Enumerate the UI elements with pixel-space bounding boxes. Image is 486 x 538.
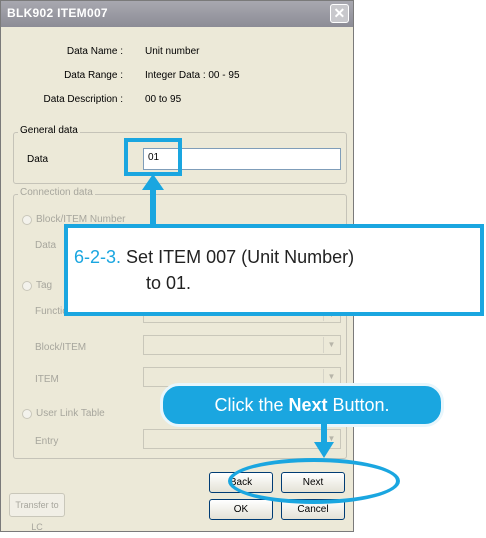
step-callout: 6-2-3. Set ITEM 007 (Unit Number) to 01. — [64, 224, 484, 316]
general-data-title: General data — [18, 125, 80, 136]
connection-data-title: Connection data — [18, 187, 95, 198]
click-bold: Next — [288, 395, 328, 415]
close-icon: ✕ — [333, 5, 346, 21]
arrow-down-icon — [314, 424, 334, 458]
close-button[interactable]: ✕ — [330, 4, 349, 23]
click-suffix: Button. — [327, 395, 390, 415]
highlight-data-field — [124, 138, 182, 176]
block-item-label: Block/ITEM — [35, 342, 87, 353]
tag-radio[interactable] — [22, 281, 32, 291]
chevron-down-icon: ▼ — [323, 337, 339, 353]
data-description-value: 00 to 95 — [145, 94, 182, 105]
ok-button[interactable]: OK — [209, 499, 273, 520]
user-link-table-label: User Link Table — [36, 408, 105, 419]
block-item-number-radio[interactable] — [22, 215, 32, 225]
entry-label: Entry — [35, 436, 59, 447]
connection-data-label: Data — [35, 240, 57, 251]
step-instruction-line2: to 01. — [146, 273, 192, 293]
click-next-callout: Click the Next Button. — [160, 383, 444, 427]
general-data-label: Data — [27, 154, 49, 165]
entry-select[interactable]: ▼ — [143, 429, 341, 449]
title-bar: BLK902 ITEM007 ✕ — [1, 1, 353, 27]
data-range-label: Data Range : — [64, 70, 123, 81]
data-name-label: Data Name : — [66, 46, 123, 57]
data-range-value: Integer Data : 00 - 95 — [145, 70, 240, 81]
arrow-up-icon — [142, 174, 164, 228]
step-instruction: Set ITEM 007 (Unit Number) — [126, 247, 355, 267]
data-name-value: Unit number — [145, 46, 200, 57]
transfer-to-lc-button[interactable]: Transfer to LC — [9, 493, 65, 532]
click-prefix: Click the — [214, 395, 289, 415]
user-link-table-radio[interactable] — [22, 409, 32, 419]
highlight-next-button — [228, 458, 400, 504]
step-callout-line1: 6-2-3. Set ITEM 007 (Unit Number) — [74, 245, 354, 270]
step-number: 6-2-3. — [74, 247, 122, 267]
item-label: ITEM — [35, 374, 59, 385]
block-item-select[interactable]: ▼ — [143, 335, 341, 355]
window-title: BLK902 ITEM007 — [7, 6, 108, 20]
data-description-label: Data Description : — [43, 94, 123, 105]
tag-label: Tag — [36, 280, 53, 291]
